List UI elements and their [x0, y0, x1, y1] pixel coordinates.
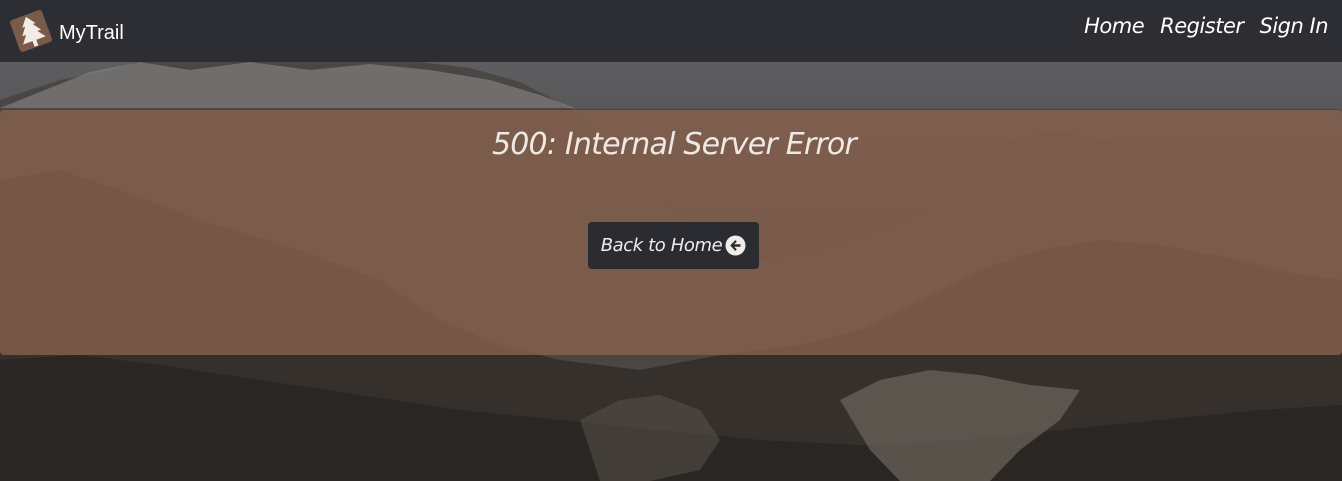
brand-link[interactable]: MyTrail	[8, 5, 124, 57]
brand-name: MyTrail	[59, 21, 124, 44]
back-to-home-label: Back to Home	[600, 235, 723, 256]
nav-link-sign-in[interactable]: Sign In	[1260, 14, 1329, 38]
error-panel: 500: Internal Server Error Back to Home	[0, 109, 1342, 355]
back-to-home-button[interactable]: Back to Home	[588, 222, 759, 269]
error-title: 500: Internal Server Error	[491, 127, 857, 162]
nav-links: Home Register Sign In	[1084, 14, 1328, 38]
tree-icon	[10, 10, 52, 52]
nav-link-register[interactable]: Register	[1160, 14, 1244, 38]
arrow-circle-left-icon	[725, 235, 746, 256]
nav-link-home[interactable]: Home	[1084, 14, 1145, 38]
navbar: MyTrail Home Register Sign In	[0, 0, 1342, 62]
